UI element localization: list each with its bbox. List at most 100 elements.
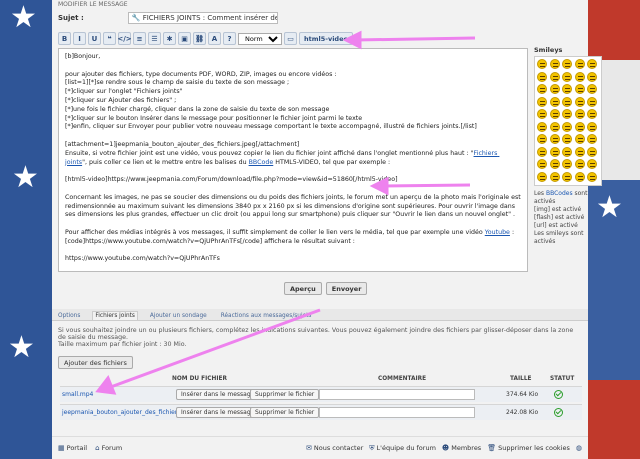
delete-cookies-link[interactable]: 🗑 Supprimer les cookies [487, 444, 570, 453]
smiley-icon[interactable] [549, 71, 560, 82]
delete-file-button[interactable]: Supprimer le fichier [250, 407, 320, 418]
smiley-icon[interactable] [537, 84, 547, 94]
smiley-icon[interactable] [587, 71, 598, 82]
members-link[interactable]: ☻ Membres [442, 444, 481, 453]
smiley-icon[interactable] [537, 146, 547, 157]
image-icon[interactable]: ▣ [178, 32, 191, 45]
contact-link[interactable]: ✉ Nous contacter [306, 444, 363, 453]
smiley-icon[interactable] [549, 146, 560, 157]
attachment-filename[interactable]: small.mp4 [62, 391, 93, 398]
smiley-icon[interactable] [562, 159, 573, 169]
smiley-icon[interactable] [549, 134, 560, 144]
smiley-icon[interactable] [562, 84, 573, 94]
smiley-icon[interactable] [587, 59, 598, 69]
youtube-link[interactable]: Youtube [485, 229, 510, 236]
bbcodes-link[interactable]: BBCodes [546, 190, 573, 197]
attachments-info: Si vous souhaitez joindre un ou plusieur… [58, 327, 574, 341]
smiley-icon[interactable] [562, 71, 573, 82]
smiley-icon[interactable] [537, 121, 547, 132]
tab-options[interactable]: Options [56, 312, 82, 320]
attachment-comment-field[interactable] [319, 407, 475, 418]
tab-reactions[interactable]: Réactions aux messages/sujets [219, 312, 314, 320]
subject-row: Sujet : 🔧 FICHIERS JOINTS : Comment insé… [58, 12, 278, 24]
submit-button[interactable]: Envoyer [325, 282, 368, 295]
code-icon[interactable]: </> [117, 32, 132, 45]
list-item-icon[interactable]: ✱ [163, 32, 176, 45]
list-numbered-icon[interactable]: ☰ [148, 32, 161, 45]
smiley-icon[interactable] [574, 121, 585, 132]
smiley-icon[interactable] [574, 109, 585, 119]
list-icon[interactable]: ≡ [133, 32, 146, 45]
team-link[interactable]: ⛨ L'équipe du forum [369, 444, 436, 453]
smiley-icon[interactable] [574, 96, 585, 107]
smiley-icon[interactable] [587, 84, 598, 94]
smiley-icon[interactable] [537, 109, 547, 119]
smiley-icon[interactable] [549, 159, 560, 169]
smiley-icon[interactable] [549, 121, 560, 132]
smiley-icon[interactable] [574, 134, 585, 144]
smiley-icon[interactable] [562, 59, 573, 69]
smiley-icon[interactable] [537, 134, 547, 144]
attachment-size: 242.08 Kio [506, 409, 539, 416]
smiley-icon[interactable] [549, 96, 560, 107]
italic-icon[interactable]: I [73, 32, 86, 45]
underline-icon[interactable]: U [88, 32, 101, 45]
smiley-icon[interactable] [574, 159, 585, 169]
html5-video-button[interactable]: html5-video [299, 32, 353, 45]
smiley-icon[interactable] [549, 109, 560, 119]
footer-portal-link[interactable]: ▦ Portail [58, 444, 87, 452]
globe-link[interactable]: ◍ [576, 444, 582, 453]
smiley-icon[interactable] [587, 171, 598, 182]
smiley-icon[interactable] [537, 171, 547, 182]
smiley-icon[interactable] [587, 146, 598, 157]
smiley-icon[interactable] [562, 171, 573, 182]
tab-attachments[interactable]: Fichiers joints [92, 311, 138, 320]
font-size-select[interactable]: Normale [238, 32, 282, 45]
smiley-icon[interactable] [537, 159, 547, 169]
smiley-icon[interactable] [574, 84, 585, 94]
section-title: MODIFIER LE MESSAGE [58, 1, 128, 8]
add-files-button[interactable]: Ajouter des fichiers [58, 356, 133, 369]
color-icon[interactable]: A [208, 32, 221, 45]
smiley-icon[interactable] [587, 134, 598, 144]
quote-icon[interactable]: ❝ [103, 32, 116, 45]
bbcode-info: Les BBCodes sont activés [img] est activ… [534, 190, 588, 245]
editor-html5-line: [html5-video]https://www.jeepmania.com/F… [65, 176, 398, 184]
subject-input[interactable]: 🔧 FICHIERS JOINTS : Comment insérer des … [127, 12, 278, 24]
link-icon[interactable]: ⛓ [193, 32, 206, 45]
smiley-icon[interactable] [549, 84, 560, 94]
smiley-icon[interactable] [562, 134, 573, 144]
smiley-icon[interactable] [587, 159, 598, 169]
attachment-comment-field[interactable] [319, 389, 475, 400]
monitor-icon[interactable]: ▭ [284, 32, 297, 45]
insert-in-message-button[interactable]: Insérer dans le message [176, 407, 260, 418]
preview-button[interactable]: Aperçu [284, 282, 322, 295]
footer-forum-link[interactable]: ⌂ Forum [95, 444, 122, 452]
bold-icon[interactable]: B [58, 32, 71, 45]
smiley-icon[interactable] [549, 59, 560, 69]
smiley-icon[interactable] [587, 96, 598, 107]
smiley-icon[interactable] [562, 96, 573, 107]
smiley-icon[interactable] [587, 121, 598, 132]
help-icon[interactable]: ? [223, 32, 236, 45]
smiley-icon[interactable] [537, 71, 547, 82]
status-ok-icon [554, 408, 563, 417]
smiley-icon[interactable] [574, 71, 585, 82]
tab-poll[interactable]: Ajouter un sondage [148, 312, 209, 320]
smiley-icon[interactable] [574, 171, 585, 182]
smiley-icon[interactable] [562, 121, 573, 132]
smiley-icon[interactable] [537, 59, 547, 69]
insert-in-message-button[interactable]: Insérer dans le message [176, 389, 260, 400]
smiley-icon[interactable] [574, 59, 585, 69]
smiley-icon[interactable] [574, 146, 585, 157]
bbcode-link[interactable]: BBCode [249, 159, 274, 166]
delete-file-button[interactable]: Supprimer le fichier [250, 389, 320, 400]
smiley-icon[interactable] [549, 171, 560, 182]
smiley-icon[interactable] [562, 109, 573, 119]
smiley-icon[interactable] [562, 146, 573, 157]
smiley-icon[interactable] [537, 96, 547, 107]
col-status: STATUT [550, 376, 575, 382]
message-textarea[interactable]: [b]Bonjour, pour ajouter des fichiers, t… [58, 48, 528, 272]
smiley-icon[interactable] [587, 109, 598, 119]
attachments-max-size: Taille maximum par fichier joint : 30 Mi… [58, 341, 187, 348]
